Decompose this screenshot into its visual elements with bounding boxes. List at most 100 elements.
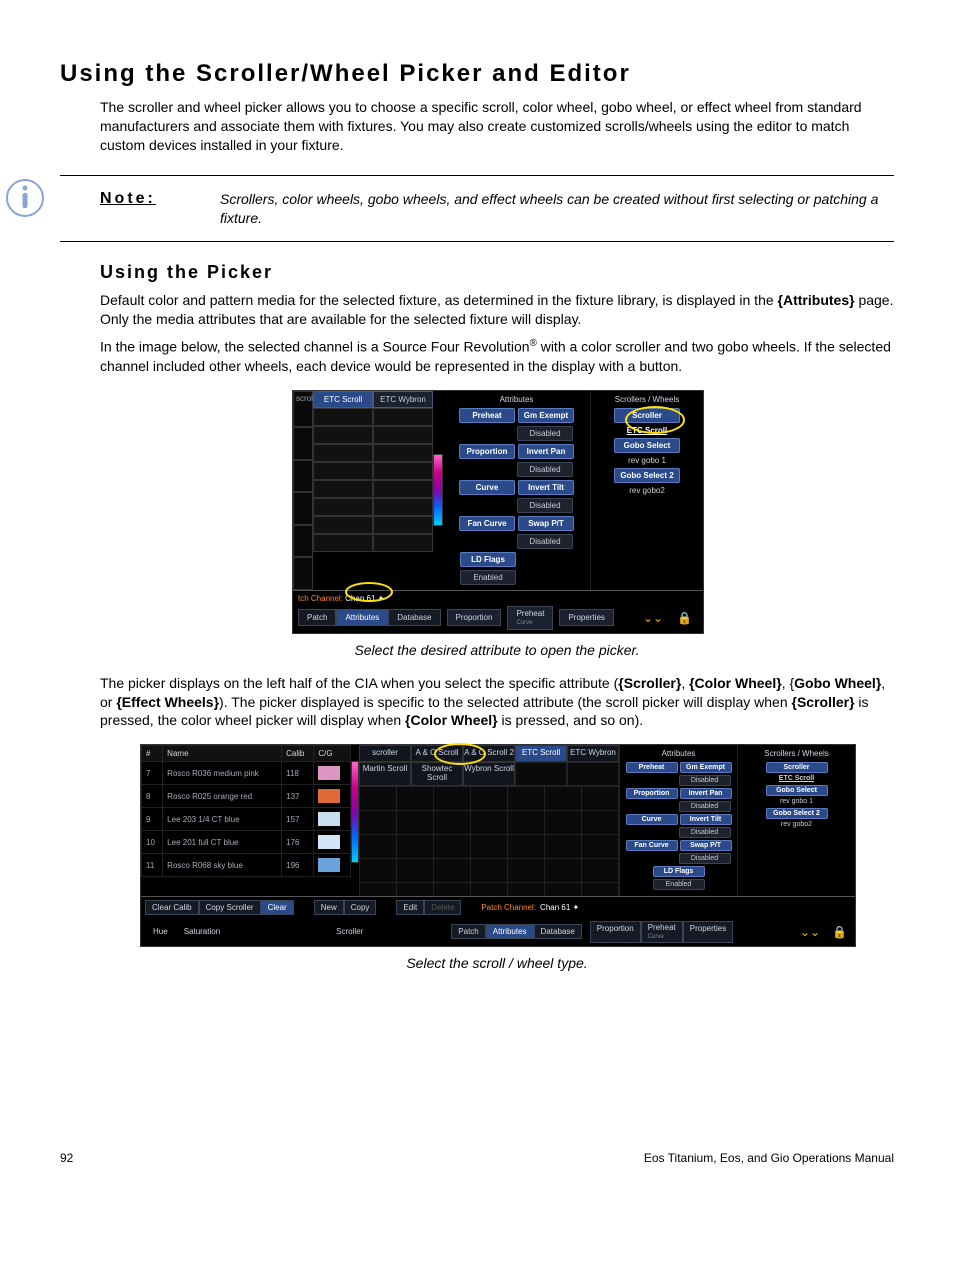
page-title: Using the Scroller/Wheel Picker and Edit… xyxy=(60,60,894,88)
page-number: 92 xyxy=(60,1151,73,1165)
figure-attributes-screenshot: scroll ETC Scroll ETC Wybron xyxy=(292,390,702,634)
enabled-label: Enabled xyxy=(653,879,705,890)
gm-exempt-button[interactable]: Gm Exempt xyxy=(518,408,574,423)
note-text: Scrollers, color wheels, gobo wheels, an… xyxy=(220,190,894,228)
swap-pt-button[interactable]: Swap P/T xyxy=(680,840,732,851)
enabled-label: Enabled xyxy=(460,570,516,585)
patch-channel-label: tch Channel: xyxy=(298,594,343,603)
table-row[interactable]: 10Lee 201 full CT blue176 xyxy=(142,831,351,854)
scroll-table: # Name Calib C/G 7Rosco R036 medium pink… xyxy=(141,745,351,877)
scroll-type-tab[interactable]: scroller xyxy=(359,745,411,762)
disabled-label: Disabled xyxy=(679,827,731,838)
note-label: Note: xyxy=(100,190,220,208)
gobo-select-button[interactable]: Gobo Select xyxy=(766,785,828,796)
subsection-title: Using the Picker xyxy=(100,262,894,283)
disabled-label: Disabled xyxy=(517,462,573,477)
lock-icon[interactable]: 🔒 xyxy=(677,611,692,625)
copy-button[interactable]: Copy xyxy=(344,900,377,915)
intro-paragraph: The scroller and wheel picker allows you… xyxy=(100,98,894,155)
table-row[interactable]: 8Rosco R025 orange red137 xyxy=(142,785,351,808)
gobo-select2-button[interactable]: Gobo Select 2 xyxy=(614,468,680,483)
delete-button[interactable]: Delete xyxy=(424,900,461,915)
scroll-type-tab[interactable]: Martin Scroll xyxy=(359,762,411,786)
gobo-select2-button[interactable]: Gobo Select 2 xyxy=(766,808,828,819)
grid-area[interactable] xyxy=(359,786,619,896)
disabled-label: Disabled xyxy=(679,801,731,812)
scroll-type-tab[interactable]: Showtec Scroll xyxy=(411,762,463,786)
scroller-button[interactable]: Scroller xyxy=(766,762,828,773)
col-number: # xyxy=(142,746,163,762)
disabled-label: Disabled xyxy=(679,775,731,786)
chevron-down-icon[interactable]: ⌄⌄ xyxy=(800,925,820,939)
rev-gobo1-value: rev gobo 1 xyxy=(628,456,666,465)
tab-properties[interactable]: Properties xyxy=(559,609,613,626)
etc-wybron-tab[interactable]: ETC Wybron xyxy=(373,391,433,408)
clear-calib-button[interactable]: Clear Calib xyxy=(145,900,199,915)
col-cg: C/G xyxy=(314,746,351,762)
scroll-type-tab[interactable]: ETC Scroll xyxy=(515,745,567,762)
rev-gobo2-value: rev gobo2 xyxy=(629,486,665,495)
tab-database[interactable]: Database xyxy=(388,609,440,626)
gradient-strip-icon xyxy=(433,454,443,526)
swap-pt-button[interactable]: Swap P/T xyxy=(518,516,574,531)
invert-pan-button[interactable]: Invert Pan xyxy=(680,788,732,799)
disabled-label: Disabled xyxy=(679,853,731,864)
col-calib: Calib xyxy=(282,746,314,762)
tab-database[interactable]: Database xyxy=(534,924,582,939)
tab-proportion[interactable]: Proportion xyxy=(447,609,502,626)
fan-curve-button[interactable]: Fan Curve xyxy=(626,840,678,851)
table-row[interactable]: 7Rosco R036 medium pink118 xyxy=(142,762,351,785)
preheat-button[interactable]: Preheat xyxy=(626,762,678,773)
tab-preheat[interactable]: PreheatCurve xyxy=(641,921,683,943)
patch-channel-value: Chan 61 ✦ xyxy=(536,903,579,912)
table-row[interactable]: 11Rosco R068 sky blue196 xyxy=(142,854,351,877)
figure-picker-screenshot: # Name Calib C/G 7Rosco R036 medium pink… xyxy=(140,744,854,946)
table-row[interactable]: 9Lee 203 1/4 CT blue157 xyxy=(142,808,351,831)
picker-paragraph-3: The picker displays on the left half of … xyxy=(100,674,894,731)
lock-icon[interactable]: 🔒 xyxy=(832,925,847,939)
highlight-circle-icon xyxy=(625,406,685,434)
highlight-circle-icon xyxy=(345,582,393,602)
ld-flags-button[interactable]: LD Flags xyxy=(653,866,705,877)
ld-flags-button[interactable]: LD Flags xyxy=(460,552,516,567)
attributes-header: Attributes xyxy=(624,747,733,762)
new-button[interactable]: New xyxy=(314,900,344,915)
scroll-type-tab[interactable]: ETC Wybron xyxy=(567,745,619,762)
preheat-button[interactable]: Preheat xyxy=(459,408,515,423)
rev-gobo2-value: rev gobo2 xyxy=(742,821,851,828)
gm-exempt-button[interactable]: Gm Exempt xyxy=(680,762,732,773)
patch-channel-label: Patch Channel: xyxy=(481,903,536,912)
etc-scroll-value: ETC Scroll xyxy=(742,775,851,782)
proportion-button[interactable]: Proportion xyxy=(626,788,678,799)
tab-preheat[interactable]: PreheatCurve xyxy=(507,606,553,630)
disabled-label: Disabled xyxy=(517,498,573,513)
gradient-strip-icon xyxy=(351,761,359,863)
tab-patch[interactable]: Patch xyxy=(298,609,336,626)
attributes-header: Attributes xyxy=(449,395,584,408)
gobo-select-button[interactable]: Gobo Select xyxy=(614,438,680,453)
clear-button[interactable]: Clear xyxy=(261,900,294,915)
rev-gobo1-value: rev gobo 1 xyxy=(742,798,851,805)
edit-button[interactable]: Edit xyxy=(396,900,424,915)
tab-proportion[interactable]: Proportion xyxy=(590,921,641,943)
tab-properties[interactable]: Properties xyxy=(683,921,733,943)
tab-attributes[interactable]: Attributes xyxy=(336,609,388,626)
info-icon xyxy=(5,178,45,221)
curve-button[interactable]: Curve xyxy=(626,814,678,825)
note-block: Note: Scrollers, color wheels, gobo whee… xyxy=(60,175,894,243)
invert-tilt-button[interactable]: Invert Tilt xyxy=(518,480,574,495)
invert-pan-button[interactable]: Invert Pan xyxy=(518,444,574,459)
col-name: Name xyxy=(163,746,282,762)
proportion-button[interactable]: Proportion xyxy=(459,444,515,459)
scroll-type-tab[interactable]: Wybron Scroll xyxy=(463,762,515,786)
copy-scroller-button[interactable]: Copy Scroller xyxy=(199,900,261,915)
curve-button[interactable]: Curve xyxy=(459,480,515,495)
invert-tilt-button[interactable]: Invert Tilt xyxy=(680,814,732,825)
fan-curve-button[interactable]: Fan Curve xyxy=(459,516,515,531)
tab-patch[interactable]: Patch xyxy=(451,924,485,939)
scrollers-wheels-header: Scrollers / Wheels xyxy=(742,747,851,762)
chevron-down-icon[interactable]: ⌄⌄ xyxy=(643,611,663,625)
tab-attributes[interactable]: Attributes xyxy=(486,924,534,939)
etc-scroll-tab[interactable]: ETC Scroll xyxy=(313,391,373,408)
scroll-label: scroll xyxy=(293,391,313,428)
